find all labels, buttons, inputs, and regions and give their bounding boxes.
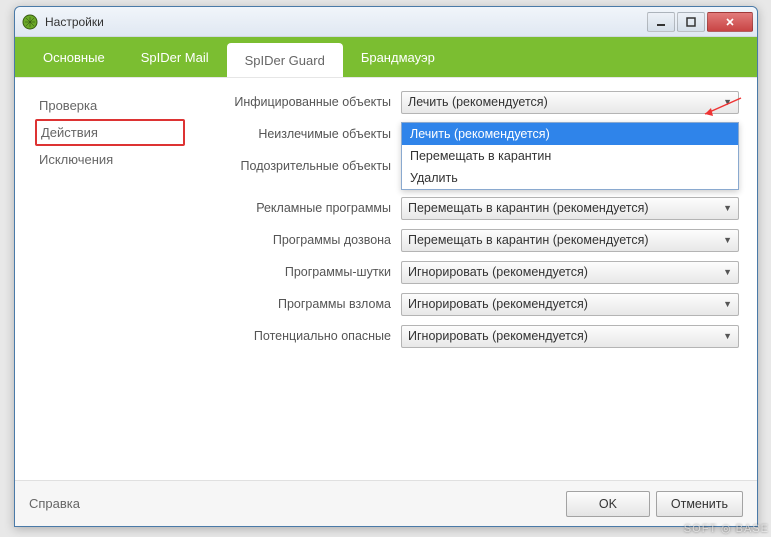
close-button[interactable] [707,12,753,32]
minimize-button[interactable] [647,12,675,32]
select-adware-value: Перемещать в карантин (рекомендуется) [408,201,649,215]
dropdown-option-cure[interactable]: Лечить (рекомендуется) [402,123,738,145]
settings-panel: Инфицированные объекты Лечить (рекоменду… [205,78,757,480]
row-hacktools: Программы взлома Игнорировать (рекоменду… [205,292,739,316]
select-jokes-value: Игнорировать (рекомендуется) [408,265,588,279]
label-riskware: Потенциально опасные [205,329,401,343]
row-jokes: Программы-шутки Игнорировать (рекомендуе… [205,260,739,284]
select-adware[interactable]: Перемещать в карантин (рекомендуется) ▼ [401,197,739,220]
sidebar-item-check[interactable]: Проверка [35,92,185,119]
select-dialers[interactable]: Перемещать в карантин (рекомендуется) ▼ [401,229,739,252]
chevron-down-icon: ▼ [723,299,732,309]
select-hacktools-value: Игнорировать (рекомендуется) [408,297,588,311]
sidebar: Проверка Действия Исключения [15,78,205,480]
row-infected: Инфицированные объекты Лечить (рекоменду… [205,90,739,114]
sidebar-item-actions[interactable]: Действия [35,119,185,146]
tab-spider-mail[interactable]: SpIDer Mail [123,37,227,77]
select-riskware[interactable]: Игнорировать (рекомендуется) ▼ [401,325,739,348]
dropdown-incurable: Лечить (рекомендуется) Перемещать в кара… [401,122,739,190]
cancel-button[interactable]: Отменить [656,491,743,517]
label-suspicious: Подозрительные объекты [205,159,401,173]
select-infected[interactable]: Лечить (рекомендуется) ▼ [401,91,739,114]
select-hacktools[interactable]: Игнорировать (рекомендуется) ▼ [401,293,739,316]
tab-firewall[interactable]: Брандмауэр [343,37,453,77]
app-icon [21,13,39,31]
label-infected: Инфицированные объекты [205,95,401,109]
sidebar-item-exclusions[interactable]: Исключения [35,146,185,173]
tab-main[interactable]: Основные [25,37,123,77]
titlebar: Настройки [15,7,757,37]
dropdown-option-quarantine[interactable]: Перемещать в карантин [402,145,738,167]
help-link[interactable]: Справка [29,496,80,511]
chevron-down-icon: ▼ [723,331,732,341]
footer: Справка OK Отменить [15,480,757,526]
label-adware: Рекламные программы [205,201,401,215]
label-hacktools: Программы взлома [205,297,401,311]
tabbar: Основные SpIDer Mail SpIDer Guard Брандм… [15,37,757,77]
label-incurable: Неизлечимые объекты [205,127,401,141]
chevron-down-icon: ▼ [723,97,732,107]
maximize-button[interactable] [677,12,705,32]
chevron-down-icon: ▼ [723,267,732,277]
select-infected-value: Лечить (рекомендуется) [408,95,548,109]
select-jokes[interactable]: Игнорировать (рекомендуется) ▼ [401,261,739,284]
window-title: Настройки [45,15,647,29]
tab-spider-guard[interactable]: SpIDer Guard [227,43,343,77]
label-jokes: Программы-шутки [205,265,401,279]
window-controls [647,12,753,32]
ok-button[interactable]: OK [566,491,650,517]
content: Проверка Действия Исключения Инфицирован… [15,77,757,480]
row-incurable: Неизлечимые объекты Лечить (рекомендуетс… [205,122,739,146]
select-riskware-value: Игнорировать (рекомендуется) [408,329,588,343]
row-dialers: Программы дозвона Перемещать в карантин … [205,228,739,252]
dropdown-option-delete[interactable]: Удалить [402,167,738,189]
label-dialers: Программы дозвона [205,233,401,247]
row-adware: Рекламные программы Перемещать в каранти… [205,196,739,220]
row-riskware: Потенциально опасные Игнорировать (реком… [205,324,739,348]
chevron-down-icon: ▼ [723,235,732,245]
settings-window: Настройки Основные SpIDer Mail SpIDer Gu… [14,6,758,527]
select-dialers-value: Перемещать в карантин (рекомендуется) [408,233,649,247]
chevron-down-icon: ▼ [723,203,732,213]
